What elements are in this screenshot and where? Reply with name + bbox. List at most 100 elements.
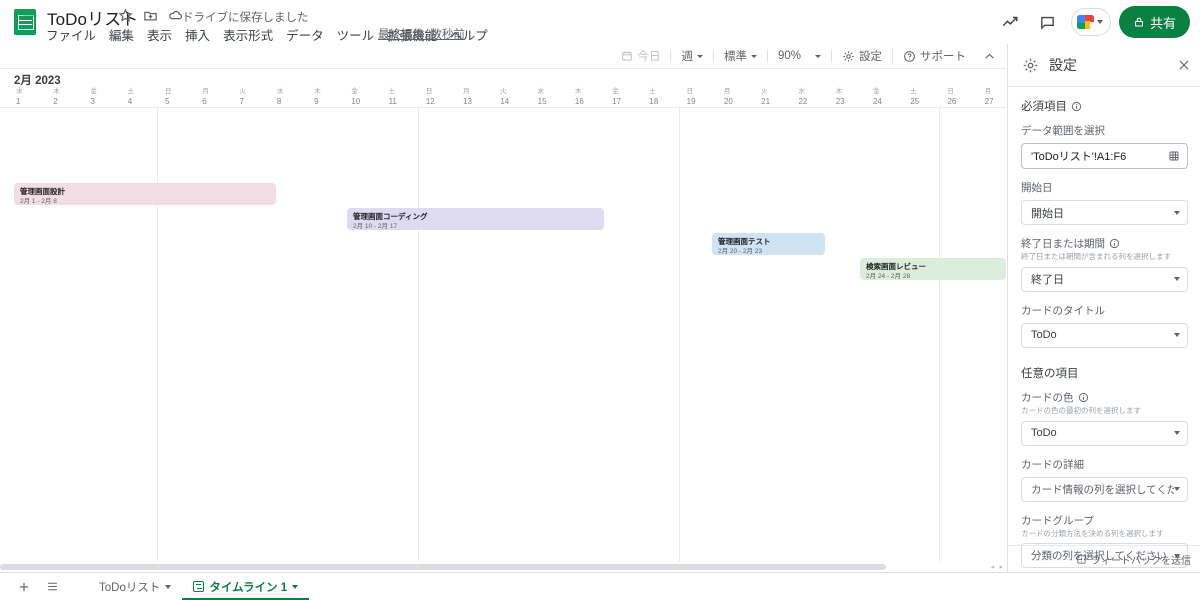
timeline-date-header: 2月 2023 水 1 木 2 金 3 土 4 日 5 月 6 火 7 水 8 木 9 金 10 土 11 日 12 月 13 火 1… [0, 69, 1006, 108]
range-selector[interactable]: 週 [674, 45, 710, 67]
save-status-text: ドライブに保存しました [182, 12, 309, 24]
collapse-toolbar-button[interactable] [973, 45, 1000, 67]
trending-up-icon[interactable] [995, 7, 1025, 37]
chevron-down-icon [1174, 277, 1180, 282]
settings-panel-body: 必須項目 データ範囲を選択 'ToDoリスト'!A1:F6 開始日 開始日 終了… [1008, 87, 1200, 569]
title-action-icons [118, 8, 183, 23]
day-of-week-label: 月 [984, 88, 992, 95]
today-button[interactable]: 今日 [614, 45, 667, 67]
start-date-label: 開始日 [1021, 182, 1053, 194]
density-label: 標準 [723, 51, 747, 63]
timeline-settings-panel: 設定 必須項目 データ範囲を選択 'ToDoリスト'!A1:F6 開始日 開始日 [1007, 44, 1200, 572]
card-color-select[interactable]: ToDo [1021, 420, 1188, 446]
send-feedback-link[interactable]: フィードバックを送信 [1008, 545, 1200, 572]
chevron-down-icon [1174, 487, 1180, 491]
timeline-canvas[interactable]: 2月 2023 水 1 木 2 金 3 土 4 日 5 月 6 火 7 水 8 木 9 金 10 土 11 日 12 月 13 火 1… [0, 68, 1006, 572]
timeline-card[interactable]: 検索画面レビュー 2月 24 - 2月 28 [860, 258, 1006, 280]
chevron-down-icon[interactable] [1096, 20, 1103, 24]
last-edit-link[interactable]: 最終編集: 数秒前 [378, 26, 465, 42]
chevron-down-icon[interactable] [292, 584, 299, 589]
required-section-heading: 必須項目 [1021, 98, 1188, 114]
card-color-field: カードの色 カードの色の最初の列を選択します ToDo [1021, 390, 1188, 446]
menu-item-insert[interactable]: 挿入 [185, 25, 210, 44]
info-icon[interactable] [1078, 392, 1089, 403]
menu-item-data[interactable]: データ [286, 25, 324, 44]
toolbar-divider [712, 49, 714, 63]
timeline-card-title: 検索画面レビュー [866, 262, 926, 271]
timeline-card[interactable]: 管理画面テスト 2月 20 - 2月 23 [712, 233, 825, 255]
google-meet-button[interactable] [1070, 8, 1111, 36]
all-sheets-icon[interactable] [38, 574, 66, 600]
toolbar-divider [670, 49, 672, 63]
optional-section-label: 任意の項目 [1021, 367, 1079, 380]
end-date-select[interactable]: 終了日 [1021, 266, 1188, 292]
google-sheets-logo-icon[interactable] [14, 9, 36, 35]
menu-item-edit[interactable]: 編集 [109, 25, 134, 44]
sheet-tab-label: ToDoリスト [99, 581, 161, 594]
cloud-icon [168, 8, 183, 23]
zoom-level-label: 90% [777, 50, 801, 62]
send-feedback-label: フィードバックを送信 [1091, 555, 1191, 567]
timeline-card[interactable]: 管理画面コーディング 2月 10 - 2月 17 [347, 208, 604, 230]
start-date-field: 開始日 開始日 [1021, 180, 1188, 225]
scroll-right-arrow-icon[interactable]: ▸ [999, 563, 1003, 571]
data-range-input[interactable]: 'ToDoリスト'!A1:F6 [1021, 143, 1188, 169]
timeline-card[interactable]: 管理画面設計 2月 1 - 2月 8 [14, 183, 276, 205]
timeline-month-label: 2月 2023 [14, 75, 61, 87]
card-group-help-text: カードの分類方法を決める列を選択します [1021, 528, 1164, 538]
chevron-down-icon [750, 54, 757, 58]
share-button-label: 共有 [1149, 15, 1176, 31]
chevron-down-icon [1174, 431, 1180, 435]
chevron-up-icon [985, 53, 994, 59]
scroll-left-arrow-icon[interactable]: ◂ [990, 563, 994, 571]
chevron-down-icon [815, 54, 821, 58]
feedback-icon [1077, 554, 1086, 564]
timeline-toolbar: 今日 週 標準 90% 設定 サポート [0, 44, 1006, 68]
support-button[interactable]: サポート [896, 45, 973, 67]
info-icon[interactable] [1071, 101, 1082, 112]
info-icon[interactable] [1109, 238, 1120, 249]
comment-icon[interactable] [1033, 7, 1063, 37]
card-detail-select[interactable]: カード情報の列を選択してください [1021, 476, 1188, 502]
timeline-horizontal-scrollbar[interactable]: ◂ ▸ [0, 562, 1006, 572]
week-divider-line [679, 108, 680, 572]
end-date-value: 終了日 [1031, 274, 1064, 287]
close-icon[interactable] [1177, 58, 1191, 72]
end-date-label: 終了日または期間 [1021, 236, 1188, 251]
menu-item-format[interactable]: 表示形式 [223, 25, 273, 44]
density-selector[interactable]: 標準 [717, 45, 764, 67]
chevron-down-icon [1174, 210, 1180, 215]
lock-icon [1134, 17, 1144, 27]
today-label: 今日 [637, 51, 661, 63]
data-range-value: 'ToDoリスト'!A1:F6 [1031, 151, 1127, 163]
card-color-label-text: カードの色 [1021, 391, 1074, 404]
start-date-select[interactable]: 開始日 [1021, 200, 1188, 225]
card-title-value: ToDo [1031, 329, 1057, 342]
scrollbar-track[interactable] [0, 564, 980, 570]
timeline-card-title: 管理画面設計 [20, 187, 65, 196]
timeline-card-title: 管理画面テスト [718, 237, 771, 246]
add-sheet-icon[interactable] [10, 574, 38, 600]
menu-item-view[interactable]: 表示 [147, 25, 172, 44]
scrollbar-thumb[interactable] [0, 564, 886, 570]
timeline-settings-button[interactable]: 設定 [835, 45, 889, 67]
zoom-selector[interactable]: 90% [771, 45, 828, 67]
card-title-select[interactable]: ToDo [1021, 322, 1188, 348]
move-to-folder-icon[interactable] [143, 8, 158, 23]
end-date-help-text: 終了日または期間が含まれる列を選択します [1021, 252, 1171, 261]
star-icon[interactable] [118, 8, 133, 23]
timeline-grid-lines [0, 108, 1006, 572]
timeline-day-column: 月 27 [983, 87, 1006, 108]
card-detail-placeholder: カード情報の列を選択してください [1031, 483, 1174, 496]
chevron-down-icon[interactable] [165, 584, 172, 589]
required-section-label: 必須項目 [1021, 101, 1067, 113]
end-date-label-text: 終了日または期間 [1021, 238, 1105, 250]
gear-icon [1023, 58, 1038, 72]
sheet-tab-todo-list[interactable]: ToDoリスト [88, 573, 182, 600]
menu-item-file[interactable]: ファイル [46, 25, 96, 44]
sheet-tab-timeline-1[interactable]: タイムライン 1 [182, 572, 310, 600]
grid-select-icon[interactable] [1168, 150, 1180, 162]
menu-item-tools[interactable]: ツール [337, 25, 375, 44]
timeline-sheet-icon [193, 581, 205, 592]
share-button[interactable]: 共有 [1118, 6, 1190, 38]
